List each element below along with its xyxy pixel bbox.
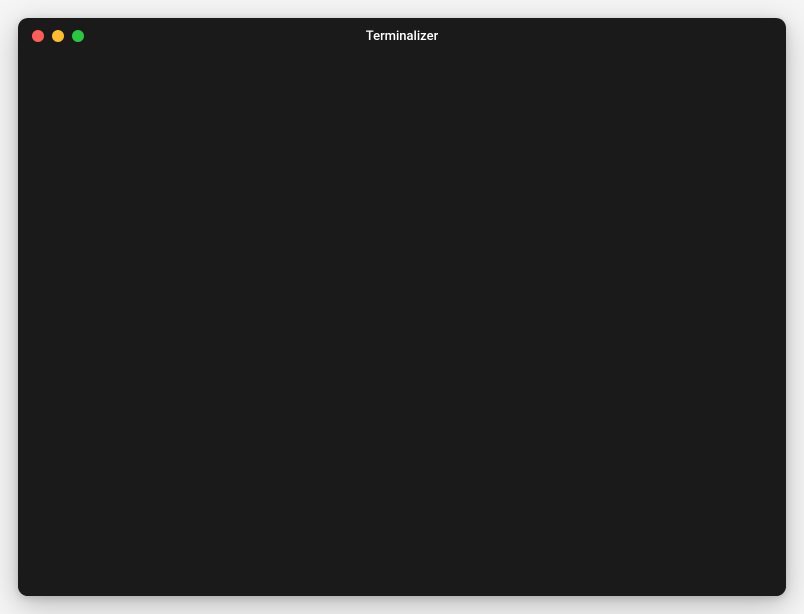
terminal-body[interactable] xyxy=(18,54,786,596)
terminal-window: Terminalizer xyxy=(18,18,786,596)
window-title: Terminalizer xyxy=(18,29,786,44)
titlebar: Terminalizer xyxy=(18,18,786,54)
traffic-lights xyxy=(32,30,84,42)
minimize-button[interactable] xyxy=(52,30,64,42)
zoom-button[interactable] xyxy=(72,30,84,42)
close-button[interactable] xyxy=(32,30,44,42)
